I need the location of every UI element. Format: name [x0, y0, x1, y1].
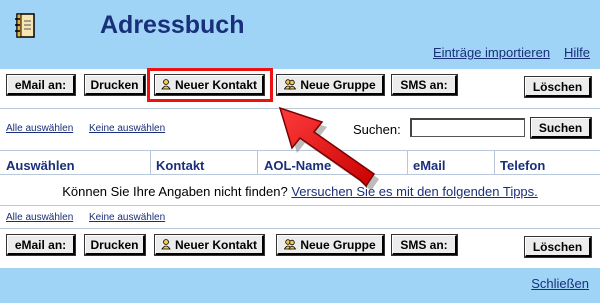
- person-icon: [161, 239, 171, 250]
- print-label: Drucken: [90, 77, 139, 92]
- search-input[interactable]: [410, 118, 525, 137]
- print-button-top[interactable]: Drucken: [84, 74, 146, 96]
- not-found-text: Können Sie Ihre Angaben nicht finden?: [62, 184, 288, 199]
- new-group-label: Neue Gruppe: [300, 77, 376, 92]
- new-group-button-top[interactable]: Neue Gruppe: [276, 74, 385, 96]
- delete-label: Löschen: [532, 239, 583, 254]
- column-divider: [494, 150, 495, 174]
- divider: [0, 205, 600, 206]
- sms-to-label: SMS an:: [400, 77, 448, 92]
- search-button-label: Suchen: [538, 120, 583, 135]
- column-divider: [407, 150, 408, 174]
- divider: [0, 228, 600, 229]
- red-arrow-annotation: [278, 106, 379, 191]
- column-header-select: Auswählen: [6, 158, 75, 173]
- address-book-window: Adressbuch Einträge importieren Hilfe eM…: [0, 0, 600, 303]
- new-group-label: Neue Gruppe: [300, 237, 376, 252]
- address-book-icon: [15, 13, 35, 38]
- footer-bar: [0, 268, 600, 303]
- import-entries-link[interactable]: Einträge importieren: [433, 45, 550, 60]
- group-icon: [284, 79, 297, 90]
- new-group-button-bottom[interactable]: Neue Gruppe: [276, 234, 385, 256]
- delete-button-bottom[interactable]: Löschen: [524, 236, 592, 258]
- group-icon: [284, 239, 297, 250]
- search-button[interactable]: Suchen: [530, 117, 592, 139]
- new-contact-label: Neuer Kontakt: [174, 237, 257, 252]
- select-all-link-bottom[interactable]: Alle auswählen: [6, 212, 73, 223]
- header-bar: Adressbuch Einträge importieren Hilfe: [0, 0, 600, 69]
- page-title: Adressbuch: [100, 11, 245, 39]
- print-label: Drucken: [90, 237, 139, 252]
- sms-to-button-bottom[interactable]: SMS an:: [391, 234, 458, 256]
- column-header-phone: Telefon: [500, 158, 546, 173]
- delete-label: Löschen: [532, 79, 583, 94]
- select-all-link-top[interactable]: Alle auswählen: [6, 123, 73, 134]
- email-to-button-top[interactable]: eMail an:: [6, 74, 76, 96]
- email-to-label: eMail an:: [14, 77, 67, 92]
- new-contact-button-bottom[interactable]: Neuer Kontakt: [154, 234, 265, 256]
- email-to-label: eMail an:: [14, 237, 67, 252]
- column-divider: [150, 150, 151, 174]
- email-to-button-bottom[interactable]: eMail an:: [6, 234, 76, 256]
- select-none-link-top[interactable]: Keine auswählen: [89, 123, 165, 134]
- help-link[interactable]: Hilfe: [564, 45, 590, 60]
- highlight-box: [147, 68, 273, 102]
- sms-to-button-top[interactable]: SMS an:: [391, 74, 458, 96]
- print-button-bottom[interactable]: Drucken: [84, 234, 146, 256]
- delete-button-top[interactable]: Löschen: [524, 76, 592, 98]
- sms-to-label: SMS an:: [400, 237, 448, 252]
- close-link[interactable]: Schließen: [531, 276, 589, 291]
- select-none-link-bottom[interactable]: Keine auswählen: [89, 212, 165, 223]
- column-divider: [257, 150, 258, 174]
- column-header-contact: Kontakt: [156, 158, 205, 173]
- column-header-email: eMail: [413, 158, 446, 173]
